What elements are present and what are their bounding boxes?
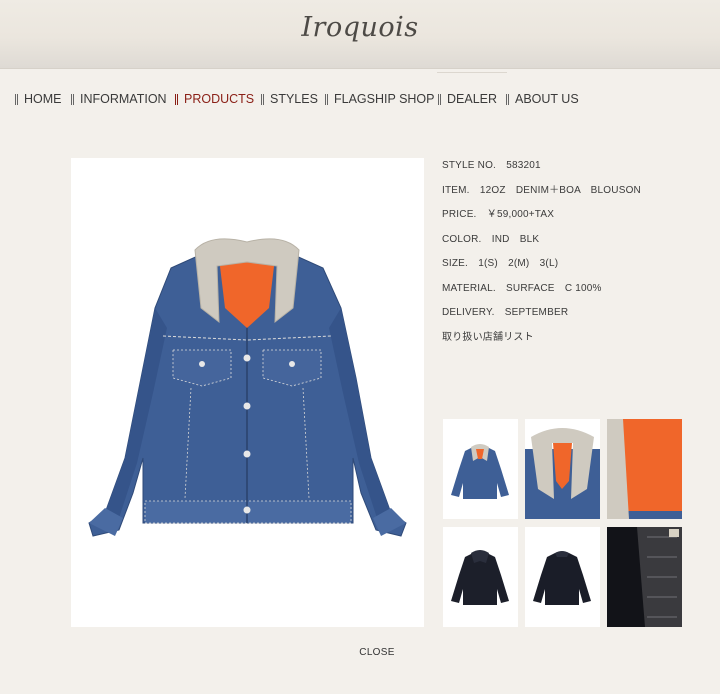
material: MATERIAL. SURFACE C 100% (442, 283, 602, 294)
nav-marker-icon (261, 93, 264, 105)
denim-jacket-thumb-icon (451, 444, 509, 499)
size-options: SIZE. 1(S) 2(M) 3(L) (442, 258, 559, 269)
nav-about-us[interactable]: ABOUT US (506, 90, 579, 108)
price: PRICE. ￥59,000+TAX (442, 209, 555, 220)
nav-information[interactable]: INFORMATION (71, 90, 167, 108)
close-button[interactable]: CLOSE (355, 647, 399, 658)
nav-label: FLAGSHIP SHOP (334, 92, 435, 106)
thumbnail-black-front[interactable] (443, 527, 518, 627)
nav-marker-icon (15, 93, 18, 105)
thumbnail-collar-detail[interactable] (525, 419, 600, 519)
nav-products[interactable]: PRODUCTS (175, 90, 254, 108)
nav-label: HOME (24, 92, 62, 106)
store-list-link[interactable]: 取り扱い店舗リスト (442, 332, 534, 343)
nav-label: DEALER (447, 92, 498, 106)
thumbnail-lining-detail[interactable] (607, 419, 682, 519)
denim-jacket-illustration (88, 238, 407, 537)
thumbnail-black-back[interactable] (525, 527, 600, 627)
item-name: ITEM. 12OZ DENIM＋BOA BLOUSON (442, 185, 641, 196)
nav-label: ABOUT US (515, 92, 579, 106)
nav-marker-icon (438, 93, 441, 105)
nav-marker-icon (175, 93, 178, 105)
nav-styles[interactable]: STYLES (261, 90, 318, 108)
site-header: Iroquois (0, 0, 720, 69)
nav-home[interactable]: HOME (15, 90, 62, 108)
brand-logo[interactable]: Iroquois (0, 12, 720, 43)
nav-dealer[interactable]: DEALER (438, 90, 497, 108)
thumbnail-denim-front[interactable] (443, 419, 518, 519)
nav-marker-icon (325, 93, 328, 105)
nav-marker-icon (71, 93, 74, 105)
store-list-link-wrap: 取り扱い店舗リスト (442, 328, 534, 343)
header-divider (437, 72, 507, 73)
nav-label: STYLES (270, 92, 318, 106)
nav-marker-icon (506, 93, 509, 105)
delivery: DELIVERY. SEPTEMBER (442, 307, 569, 318)
color-options: COLOR. IND BLK (442, 234, 540, 245)
collar-detail-thumb-icon (525, 428, 600, 519)
thumbnail-black-lining[interactable] (607, 527, 682, 627)
nav-label: INFORMATION (80, 92, 167, 106)
style-number: STYLE NO. 583201 (442, 160, 541, 171)
product-main-image (71, 158, 424, 627)
nav-flagship-shop[interactable]: FLAGSHIP SHOP (325, 90, 435, 108)
lining-detail-thumb-icon (607, 419, 682, 519)
black-jacket-thumb-icon (451, 550, 509, 605)
nav-label: PRODUCTS (184, 92, 255, 106)
black-lining-thumb-icon (607, 527, 682, 627)
black-jacket-back-thumb-icon (533, 551, 591, 605)
